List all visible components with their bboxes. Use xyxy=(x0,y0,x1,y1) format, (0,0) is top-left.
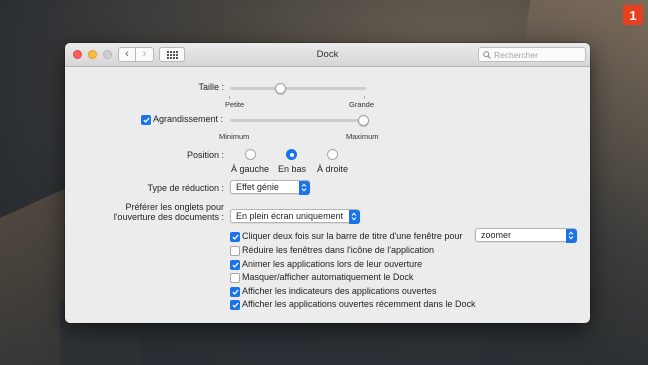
minimize-effect-popup[interactable]: Effet génie xyxy=(230,180,310,195)
search-icon xyxy=(483,50,491,59)
search-placeholder: Rechercher xyxy=(494,49,538,60)
size-slider-thumb[interactable] xyxy=(274,83,286,94)
popup-arrows-icon xyxy=(298,180,310,195)
option-label: Masquer/afficher automatiquement le Dock xyxy=(242,272,414,282)
checkmark-icon xyxy=(142,117,150,123)
option-label: Réduire les fenêtres dans l'icône de l'a… xyxy=(242,245,435,255)
dock-preferences-window: ‹ › Dock Rechercher Taille : Petite Gran… xyxy=(65,43,590,323)
magnification-max-label: Maximum xyxy=(346,132,379,141)
double-click-value: zoomer xyxy=(481,230,512,240)
tabs-value: En plein écran uniquement xyxy=(236,211,344,221)
position-left-label: À gauche xyxy=(231,164,270,174)
size-max-label: Grande xyxy=(349,100,375,109)
position-right-label: À droite xyxy=(317,164,349,174)
minimize-label: Type de réduction : xyxy=(147,183,224,193)
popup-arrows-icon xyxy=(565,228,577,243)
checkmark-icon xyxy=(231,261,239,268)
double-click-popup[interactable]: zoomer xyxy=(475,228,577,243)
magnification-slider-thumb[interactable] xyxy=(357,115,369,126)
option-label: Afficher les indicateurs des application… xyxy=(242,285,437,296)
position-right-radio[interactable] xyxy=(327,149,338,160)
option-checkbox[interactable] xyxy=(230,286,240,297)
magnification-label: Agrandissement : xyxy=(153,114,224,124)
step-badge: 1 xyxy=(623,5,643,25)
tabs-label-line2: l'ouverture des documents : xyxy=(113,212,224,222)
checkmark-icon xyxy=(231,288,239,295)
slider-tick xyxy=(364,96,365,99)
magnification-slider[interactable] xyxy=(230,115,369,126)
double-click-checkbox[interactable] xyxy=(230,232,240,242)
magnification-checkbox[interactable] xyxy=(141,115,151,125)
tabs-popup[interactable]: En plein écran uniquement xyxy=(230,209,360,224)
minimize-effect-value: Effet génie xyxy=(236,182,279,192)
option-checkbox[interactable] xyxy=(230,246,240,256)
checkmark-icon xyxy=(231,234,239,240)
position-label: Position : xyxy=(186,150,224,160)
size-label: Taille : xyxy=(198,82,224,92)
option-label: Afficher les applications ouvertes récem… xyxy=(242,299,476,309)
option-checkbox[interactable] xyxy=(230,273,240,283)
size-min-label: Petite xyxy=(225,100,245,109)
option-checkbox[interactable] xyxy=(230,300,240,310)
option-label: Animer les applications lors de leur ouv… xyxy=(242,258,423,269)
preferences-content: Taille : Petite Grande Agrandissement : … xyxy=(65,67,590,323)
magnification-min-label: Minimum xyxy=(219,132,250,141)
double-click-label: Cliquer deux fois sur la barre de titre … xyxy=(242,231,463,241)
checkmark-icon xyxy=(231,302,239,308)
slider-tick xyxy=(229,96,230,99)
popup-arrows-icon xyxy=(348,209,360,224)
search-field[interactable]: Rechercher xyxy=(478,47,586,62)
position-left-radio[interactable] xyxy=(245,149,256,160)
position-bottom-label: En bas xyxy=(278,164,307,174)
position-bottom-radio[interactable] xyxy=(286,149,297,160)
size-slider[interactable] xyxy=(229,83,366,99)
title-bar: ‹ › Dock Rechercher xyxy=(65,43,590,67)
option-checkbox[interactable] xyxy=(230,259,240,270)
tabs-label-line1: Préférer les onglets pour xyxy=(125,202,224,212)
